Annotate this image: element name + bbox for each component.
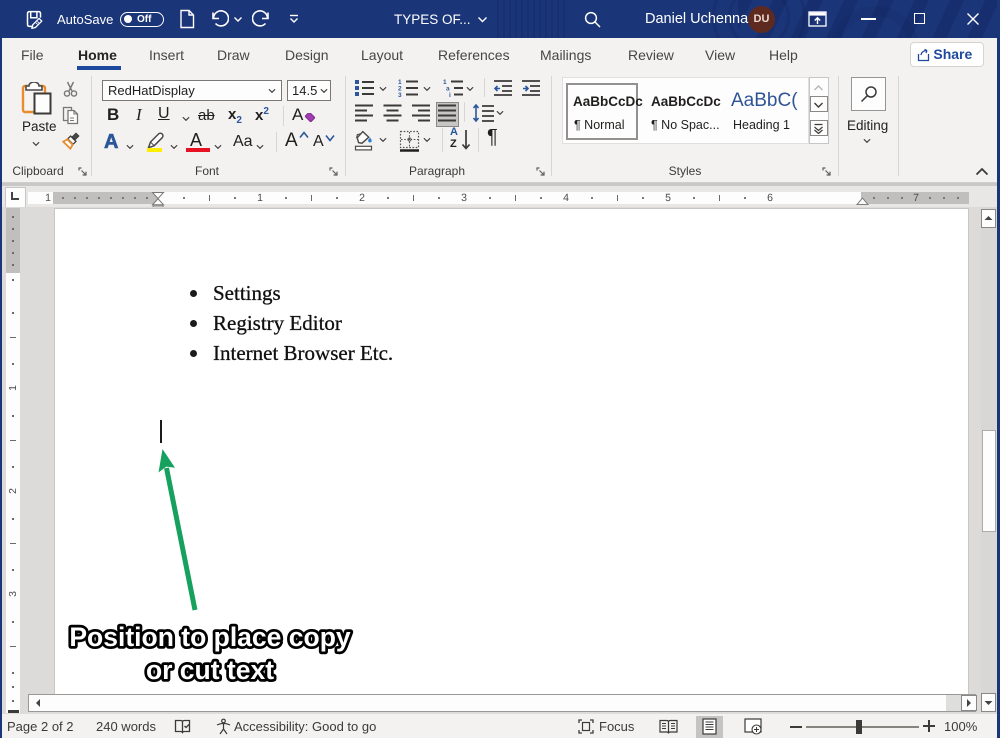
- svg-text:Position to place copy: Position to place copy: [69, 622, 351, 652]
- svg-text:3: 3: [398, 92, 402, 97]
- svg-text:or cut text: or cut text: [146, 655, 274, 685]
- svg-text:i: i: [449, 92, 451, 97]
